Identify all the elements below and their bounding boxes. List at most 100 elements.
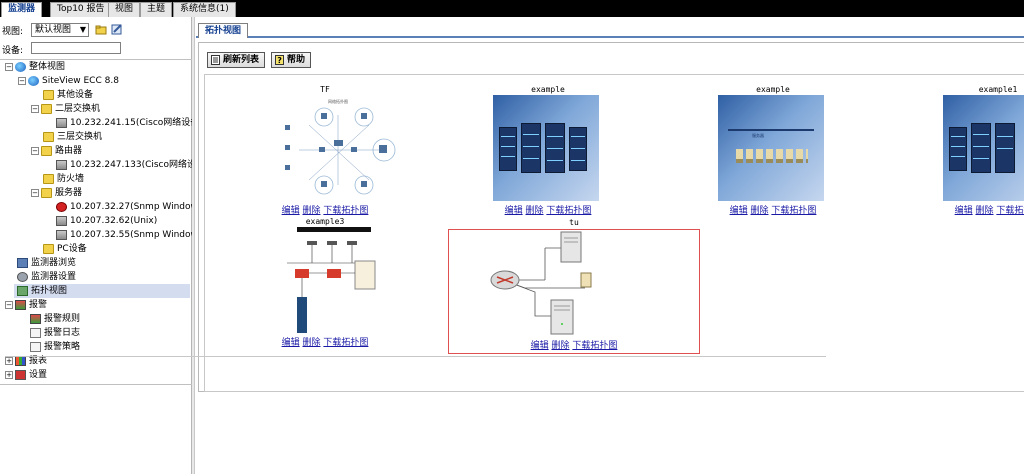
tab-top10-report[interactable]: Top10 报告 — [50, 2, 112, 17]
refresh-list-button[interactable]: 刷新列表 — [207, 52, 266, 68]
tree-node-other-devices[interactable]: 其他设备 — [43, 88, 93, 102]
edit-link[interactable]: 编辑 — [955, 206, 973, 215]
topology-thumbnail[interactable] — [493, 95, 599, 201]
policy-icon — [30, 341, 41, 352]
tree-label: 监测器设置 — [31, 272, 77, 282]
tree-label: PC设备 — [57, 244, 87, 254]
delete-link[interactable]: 删除 — [551, 341, 569, 351]
tree-label: 拓扑视图 — [31, 286, 68, 296]
tree-node-alarm-policy[interactable]: 报警策略 — [30, 340, 80, 354]
tree-node-alarm[interactable]: − 报警 — [5, 298, 47, 312]
topology-links: 编辑 删除 下载拓扑图 — [225, 203, 425, 216]
edit-link[interactable]: 编辑 — [531, 341, 549, 351]
tree-node-overall-view[interactable]: − 整体视图 — [5, 60, 65, 74]
topology-thumbnail[interactable] — [277, 227, 381, 335]
topology-title: example1 — [978, 85, 1018, 94]
tab-view[interactable]: 视图 — [108, 2, 141, 17]
view-label: 视图: — [2, 27, 24, 37]
tree-label: 三层交换机 — [57, 132, 103, 142]
tree-node-device-10-232-241-15[interactable]: 10.232.241.15(Cisco网络设备) — [56, 116, 192, 130]
left-panel: 视图: 默认视图 ▼ 设备: − 整体视图 − SiteView ECC 8.8 其… — [0, 17, 192, 474]
collapse-icon[interactable]: − — [31, 188, 39, 197]
help-button[interactable]: ? 帮助 — [271, 52, 312, 68]
tree-node-siteview[interactable]: − SiteView ECC 8.8 — [18, 74, 119, 88]
delete-link[interactable]: 删除 — [750, 206, 768, 216]
tree-label: 防火墙 — [57, 174, 85, 184]
folder-icon — [43, 173, 54, 184]
tree-label: 监测器浏览 — [31, 258, 77, 268]
device-label: 设备: — [2, 46, 24, 56]
main-tab-bar: 监测器 Top10 报告 视图 主题 系统信息(1) — [0, 0, 1024, 17]
tab-topology-view[interactable]: 拓扑视图 — [198, 23, 249, 38]
document-icon — [211, 54, 220, 65]
tree-node-monitor-browse[interactable]: 监测器浏览 — [17, 256, 76, 270]
collapse-icon[interactable]: − — [18, 76, 26, 85]
topology-thumbnail[interactable] — [485, 230, 609, 338]
gear-icon — [17, 271, 28, 282]
topology-card-tu: tu 编辑 删除 下载拓扑图 — [448, 218, 700, 354]
folder-open-icon[interactable] — [95, 24, 107, 36]
error-icon — [56, 201, 67, 212]
topology-card-tf: TF 网络拓扑图 编辑 删除 下载拓扑图 — [225, 85, 425, 216]
tree-label: 10.207.32.62(Unix) — [70, 216, 158, 226]
server-icon — [56, 215, 67, 226]
tree-node-settings[interactable]: + 设置 — [5, 368, 47, 382]
topology-thumbnail[interactable] — [943, 95, 1024, 201]
tree-label: 报警规则 — [44, 314, 81, 324]
tree-node-router[interactable]: − 路由器 — [31, 144, 82, 158]
tree-node-device-10-207-32-55[interactable]: 10.207.32.55(Snmp Windows) — [56, 228, 192, 242]
tree-node-server[interactable]: − 服务器 — [31, 186, 82, 200]
delete-link[interactable]: 删除 — [975, 206, 993, 215]
edit-link[interactable]: 编辑 — [282, 338, 300, 348]
tab-system-info[interactable]: 系统信息(1) — [173, 2, 236, 17]
download-topology-link[interactable]: 下载拓扑图 — [771, 206, 816, 216]
panel-splitter[interactable] — [192, 17, 195, 474]
tree-node-l3-switch[interactable]: 三层交换机 — [43, 130, 102, 144]
download-topology-link[interactable]: 下载拓扑图 — [996, 206, 1024, 215]
tree-label: 二层交换机 — [55, 104, 101, 114]
folder-icon — [41, 187, 52, 198]
expand-icon[interactable]: + — [5, 356, 13, 365]
collapse-icon[interactable]: − — [5, 300, 13, 309]
download-topology-link[interactable]: 下载拓扑图 — [546, 206, 591, 216]
tree-node-device-10-232-247-133[interactable]: 10.232.247.133(Cisco网络设备) — [56, 158, 192, 172]
edit-view-icon[interactable] — [111, 23, 123, 35]
tree-node-l2-switch[interactable]: − 二层交换机 — [31, 102, 100, 116]
tree-node-firewall[interactable]: 防火墙 — [43, 172, 84, 186]
tab-theme[interactable]: 主题 — [140, 2, 173, 17]
tree-node-pc-devices[interactable]: PC设备 — [43, 242, 87, 256]
tree-label: 10.232.241.15(Cisco网络设备) — [70, 118, 192, 128]
topology-links: 编辑 删除 下载拓扑图 — [448, 203, 648, 216]
tree-node-alarm-rules[interactable]: 报警规则 — [30, 312, 80, 326]
navigation-tree: − 整体视图 − SiteView ECC 8.8 其他设备 − 二层交换机 10.2… — [0, 59, 192, 385]
topology-thumbnail[interactable]: 网络拓扑图 — [279, 95, 397, 201]
delete-link[interactable]: 删除 — [302, 206, 320, 216]
download-topology-link[interactable]: 下载拓扑图 — [323, 338, 368, 348]
tree-node-monitor-settings[interactable]: 监测器设置 — [17, 270, 76, 284]
download-topology-link[interactable]: 下载拓扑图 — [572, 341, 617, 351]
tree-node-device-10-207-32-62[interactable]: 10.207.32.62(Unix) — [56, 214, 157, 228]
topology-thumbnail[interactable]: 服务器 — [718, 95, 824, 201]
collapse-icon[interactable]: − — [31, 104, 39, 113]
expand-icon[interactable]: + — [5, 370, 13, 379]
edit-link[interactable]: 编辑 — [730, 206, 748, 216]
delete-link[interactable]: 删除 — [302, 338, 320, 348]
folder-icon — [41, 145, 52, 156]
globe-icon — [15, 61, 26, 72]
tree-node-alarm-log[interactable]: 报警日志 — [30, 326, 80, 340]
tree-label: 10.207.32.27(Snmp Windows) — [70, 202, 192, 212]
download-topology-link[interactable]: 下载拓扑图 — [323, 206, 368, 216]
delete-link[interactable]: 删除 — [525, 206, 543, 216]
edit-link[interactable]: 编辑 — [282, 206, 300, 216]
device-search-input[interactable] — [31, 42, 121, 54]
collapse-icon[interactable]: − — [5, 62, 13, 71]
tree-node-topology-view[interactable]: 拓扑视图 — [14, 284, 190, 298]
tab-monitor[interactable]: 监测器 — [1, 2, 43, 17]
view-select[interactable]: 默认视图 ▼ — [31, 23, 89, 37]
svg-text:网络拓扑图: 网络拓扑图 — [328, 98, 348, 104]
collapse-icon[interactable]: − — [31, 146, 39, 155]
edit-link[interactable]: 编辑 — [505, 206, 523, 216]
tree-node-device-10-207-32-27[interactable]: 10.207.32.27(Snmp Windows) — [56, 200, 192, 214]
network-device-icon — [56, 159, 67, 170]
tree-label: 10.232.247.133(Cisco网络设备) — [70, 160, 192, 170]
